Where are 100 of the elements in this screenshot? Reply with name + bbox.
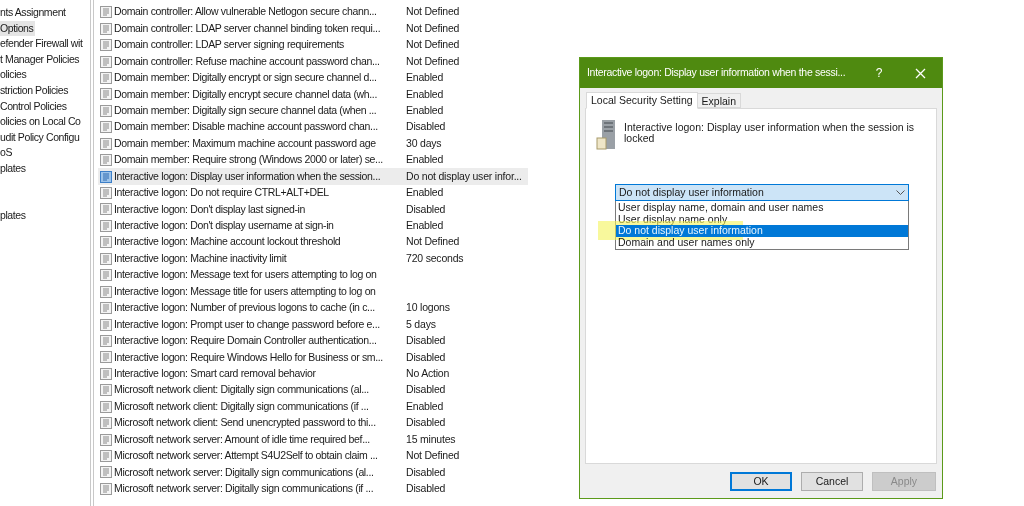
policy-name: Domain member: Digitally sign secure channel data (when ... bbox=[114, 102, 378, 118]
list-row[interactable]: Microsoft network client: Digitally sign communications (if ... Enabled bbox=[98, 398, 528, 415]
policy-name: Domain member: Digitally encrypt or sign secure channel d... bbox=[114, 70, 378, 86]
tree-item[interactable]: plates bbox=[0, 207, 26, 224]
policy-setting: Not Defined bbox=[406, 20, 460, 36]
list-row[interactable]: Microsoft network server: Digitally sign communications (if ... Disabled bbox=[98, 480, 528, 498]
dropdown-option[interactable]: User display name, domain and user names bbox=[616, 202, 908, 214]
window-title: Interactive logon: Display user information when the sessi... bbox=[587, 65, 847, 81]
list-row[interactable]: Interactive logon: Smart card removal behavior No Action bbox=[98, 365, 528, 383]
tree-item[interactable]: oS bbox=[0, 145, 13, 161]
policy-icon bbox=[100, 400, 112, 413]
policy-icon bbox=[100, 22, 112, 35]
policy-name: Domain controller: LDAP server signing requirements bbox=[114, 37, 345, 53]
tree-item[interactable]: olicies bbox=[0, 67, 27, 83]
tree-item[interactable]: efender Firewall wit bbox=[0, 36, 83, 52]
policy-icon bbox=[100, 104, 112, 117]
list-row[interactable]: Microsoft network server: Digitally sign communications (al... Disabled bbox=[98, 464, 528, 481]
tree-item[interactable]: t Manager Policies bbox=[0, 51, 80, 68]
policy-name: Interactive logon: Don't display username at sign-in bbox=[114, 218, 335, 234]
policy-name: Domain controller: LDAP server channel binding token requi... bbox=[114, 20, 382, 36]
policy-setting: Not Defined bbox=[406, 53, 460, 69]
policy-icon bbox=[100, 121, 112, 134]
list-row[interactable]: Interactive logon: Machine account lockout threshold Not Defined bbox=[98, 234, 528, 251]
list-row[interactable]: Domain member: Maximum machine account password age 30 days bbox=[98, 135, 528, 152]
list-row[interactable]: Microsoft network client: Digitally sign communications (al... Disabled bbox=[98, 382, 528, 399]
tree-item[interactable]: udit Policy Configu bbox=[0, 129, 80, 146]
list-row[interactable]: Interactive logon: Require Windows Hello for Business or sm... Disabled bbox=[98, 349, 528, 366]
policy-icon bbox=[100, 71, 112, 84]
policy-name: Interactive logon: Machine account lockout threshold bbox=[114, 234, 342, 250]
list-row[interactable]: Interactive logon: Don't display last signed-in Disabled bbox=[98, 201, 528, 218]
policy-icon bbox=[100, 55, 112, 68]
policy-name: Microsoft network server: Attempt S4U2Self to obtain claim ... bbox=[114, 448, 379, 464]
policy-icon bbox=[100, 88, 112, 101]
tab[interactable]: Local Security Setting bbox=[586, 92, 698, 109]
list-row[interactable]: Domain controller: Allow vulnerable Netlogon secure chann... Not Defined bbox=[98, 4, 528, 21]
tree-item[interactable]: Options bbox=[0, 20, 36, 37]
list-row[interactable]: Domain member: Digitally sign secure channel data (when ... Enabled bbox=[98, 102, 528, 120]
policy-icon bbox=[100, 187, 112, 200]
tree-item[interactable]: striction Policies bbox=[0, 82, 69, 99]
dropdown-value: Do not display user information bbox=[619, 184, 764, 200]
list-row[interactable]: Interactive logon: Require Domain Controller authentication... Disabled bbox=[98, 332, 528, 350]
list-row[interactable]: Interactive logon: Don't display username at sign-in Enabled bbox=[98, 217, 528, 235]
tree-item[interactable]: Control Policies bbox=[0, 98, 67, 115]
list-row[interactable]: Domain member: Digitally encrypt or sign secure channel d... Enabled bbox=[98, 69, 528, 87]
policy-setting: Not Defined bbox=[406, 234, 460, 250]
policy-name: Interactive logon: Don't display last signed-in bbox=[114, 201, 306, 217]
tree-item[interactable]: olicies on Local Co bbox=[0, 114, 81, 130]
policy-name: Domain member: Digitally encrypt secure channel data (wh... bbox=[114, 86, 378, 102]
policy-setting: Not Defined bbox=[406, 4, 460, 20]
policy-setting: Disabled bbox=[406, 333, 446, 349]
setting-description: Interactive logon: Display user information when the session is locked bbox=[624, 120, 916, 144]
list-row[interactable]: Interactive logon: Number of previous logons to cache (in c... 10 logons bbox=[98, 299, 528, 317]
policy-name: Microsoft network server: Amount of idle time required bef... bbox=[114, 431, 371, 447]
policy-icon bbox=[100, 236, 112, 249]
policy-icon bbox=[100, 351, 112, 364]
policy-name: Interactive logon: Number of previous logons to cache (in c... bbox=[114, 300, 376, 316]
dropdown-option[interactable]: Do not display user information bbox=[616, 225, 908, 237]
list-row[interactable]: Domain member: Require strong (Windows 2000 or later) se... Enabled bbox=[98, 151, 528, 169]
policy-name: Microsoft network server: Digitally sign communications (if ... bbox=[114, 481, 375, 497]
tree-item[interactable]: plates bbox=[0, 160, 26, 177]
policy-setting: Enabled bbox=[406, 70, 444, 86]
policy-setting: Do not display user infor... bbox=[406, 168, 522, 184]
list-row[interactable]: Microsoft network client: Send unencrypted password to thi... Disabled bbox=[98, 414, 528, 432]
list-row[interactable]: Microsoft network server: Amount of idle time required bef... 15 minutes bbox=[98, 431, 528, 448]
list-row[interactable]: Domain member: Digitally encrypt secure channel data (wh... Enabled bbox=[98, 86, 528, 103]
policy-setting: 720 seconds bbox=[406, 250, 464, 266]
policy-icon bbox=[100, 417, 112, 430]
list-row[interactable]: Interactive logon: Message text for users attempting to log on bbox=[98, 267, 528, 284]
list-row[interactable]: Domain controller: LDAP server signing requirements Not Defined bbox=[98, 36, 528, 54]
list-row[interactable]: Interactive logon: Machine inactivity limit 720 seconds bbox=[98, 250, 528, 267]
policy-icon bbox=[100, 450, 112, 463]
policy-name: Microsoft network client: Digitally sign communications (al... bbox=[114, 382, 370, 398]
dialog-button[interactable]: OK bbox=[730, 472, 792, 491]
help-button[interactable]: ? bbox=[869, 58, 889, 88]
tab[interactable]: Explain bbox=[697, 93, 741, 108]
list-row[interactable]: Interactive logon: Do not require CTRL+ALT+DEL Enabled bbox=[98, 184, 528, 202]
policy-name: Interactive logon: Message text for users attempting to log on bbox=[114, 267, 378, 283]
policy-icon bbox=[100, 137, 112, 150]
policy-icon bbox=[100, 219, 112, 232]
policy-setting: Disabled bbox=[406, 382, 446, 398]
tree-item[interactable]: nts Assignment bbox=[0, 5, 66, 21]
list-row[interactable]: Domain controller: LDAP server channel binding token requi... Not Defined bbox=[98, 20, 528, 37]
list-row[interactable]: Interactive logon: Prompt user to change password before e... 5 days bbox=[98, 316, 528, 333]
dropdown-option[interactable]: Domain and user names only bbox=[616, 236, 908, 248]
dropdown-option[interactable]: User display name only bbox=[616, 213, 908, 225]
policy-setting: Disabled bbox=[406, 464, 446, 480]
list-row[interactable]: Interactive logon: Message title for users attempting to log on bbox=[98, 283, 528, 300]
list-row[interactable]: Domain controller: Refuse machine account password chan... Not Defined bbox=[98, 53, 528, 70]
dropdown[interactable]: Do not display user information bbox=[615, 184, 909, 201]
policy-setting: Enabled bbox=[406, 398, 444, 414]
dialog-button[interactable]: Cancel bbox=[801, 472, 863, 491]
policy-setting: 10 logons bbox=[406, 300, 450, 316]
list-row[interactable]: Domain member: Disable machine account password chan... Disabled bbox=[98, 119, 528, 136]
list-row[interactable]: Microsoft network server: Attempt S4U2Self to obtain claim ... Not Defined bbox=[98, 447, 528, 465]
list-row[interactable]: Interactive logon: Display user information when the session... Do not display user infor... bbox=[98, 168, 528, 185]
policy-name: Microsoft network client: Digitally sign communications (if ... bbox=[114, 398, 370, 414]
policy-icon bbox=[100, 252, 112, 265]
policy-name: Domain controller: Refuse machine account password chan... bbox=[114, 53, 381, 69]
close-icon bbox=[914, 67, 926, 79]
policy-setting: No Action bbox=[406, 365, 450, 381]
